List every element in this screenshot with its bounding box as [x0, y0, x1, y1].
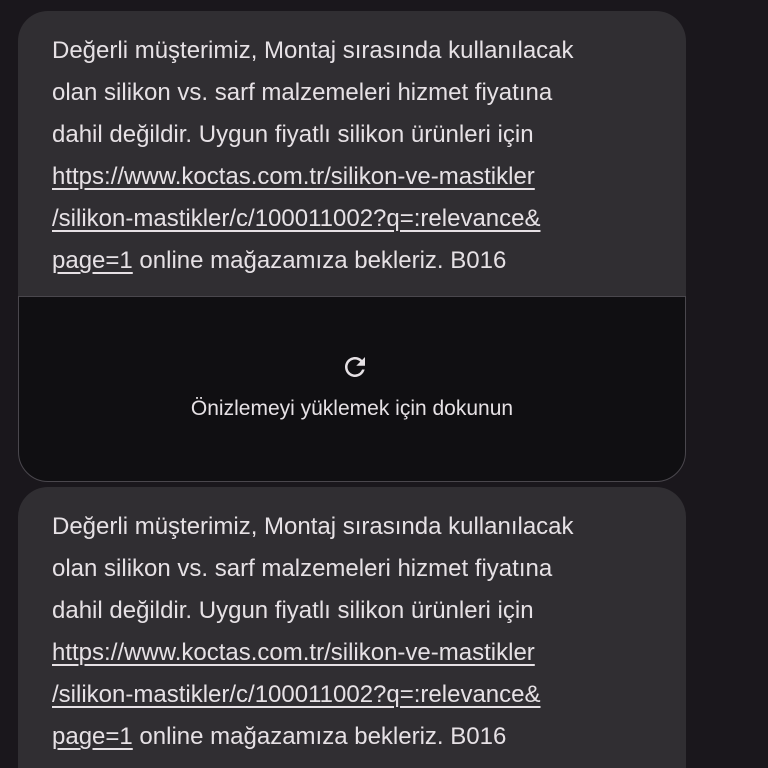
message-bubble[interactable]: Değerli müşterimiz, Montaj sırasında kul…: [18, 11, 686, 297]
message-text: Değerli müşterimiz, Montaj sırasında kul…: [52, 506, 656, 758]
message-text: Değerli müşterimiz, Montaj sırasında kul…: [52, 30, 656, 282]
message-link[interactable]: page=1: [52, 247, 133, 274]
link-preview-card[interactable]: Önizlemeyi yüklemek için dokunun: [18, 296, 686, 482]
message-link[interactable]: /silikon-mastikler/c/100011002?q=:releva…: [52, 205, 541, 232]
message-line: olan silikon vs. sarf malzemeleri hizmet…: [52, 79, 553, 106]
conversation-screen: Değerli müşterimiz, Montaj sırasında kul…: [0, 0, 768, 768]
message-bubble[interactable]: Değerli müşterimiz, Montaj sırasında kul…: [18, 487, 686, 768]
message-line: olan silikon vs. sarf malzemeleri hizmet…: [52, 555, 553, 582]
message-link-line: /silikon-mastikler/c/100011002?q=:releva…: [52, 198, 656, 240]
message-link[interactable]: page=1: [52, 723, 133, 750]
refresh-icon: [345, 357, 365, 377]
message-link-line: https://www.koctas.com.tr/silikon-ve-mas…: [52, 156, 656, 198]
message-line: dahil değildir. Uygun fiyatlı silikon ür…: [52, 121, 534, 148]
message-link[interactable]: /silikon-mastikler/c/100011002?q=:releva…: [52, 681, 541, 708]
message-tail-text: online mağazamıza bekleriz. B016: [132, 723, 507, 750]
message-link-line: https://www.koctas.com.tr/silikon-ve-mas…: [52, 632, 656, 674]
message-line: dahil değildir. Uygun fiyatlı silikon ür…: [52, 597, 534, 624]
message-line: Değerli müşterimiz, Montaj sırasında kul…: [52, 513, 574, 540]
preview-load-label: Önizlemeyi yüklemek için dokunun: [190, 397, 514, 420]
message-link[interactable]: https://www.koctas.com.tr/silikon-ve-mas…: [52, 163, 535, 190]
message-link-line: page=1 online mağazamıza bekleriz. B016: [52, 716, 656, 758]
message-link[interactable]: https://www.koctas.com.tr/silikon-ve-mas…: [52, 639, 535, 666]
message-line: Değerli müşterimiz, Montaj sırasında kul…: [52, 37, 574, 64]
message-link-line: page=1 online mağazamıza bekleriz. B016: [52, 240, 656, 282]
message-tail-text: online mağazamıza bekleriz. B016: [132, 247, 507, 274]
message-link-line: /silikon-mastikler/c/100011002?q=:releva…: [52, 674, 656, 716]
